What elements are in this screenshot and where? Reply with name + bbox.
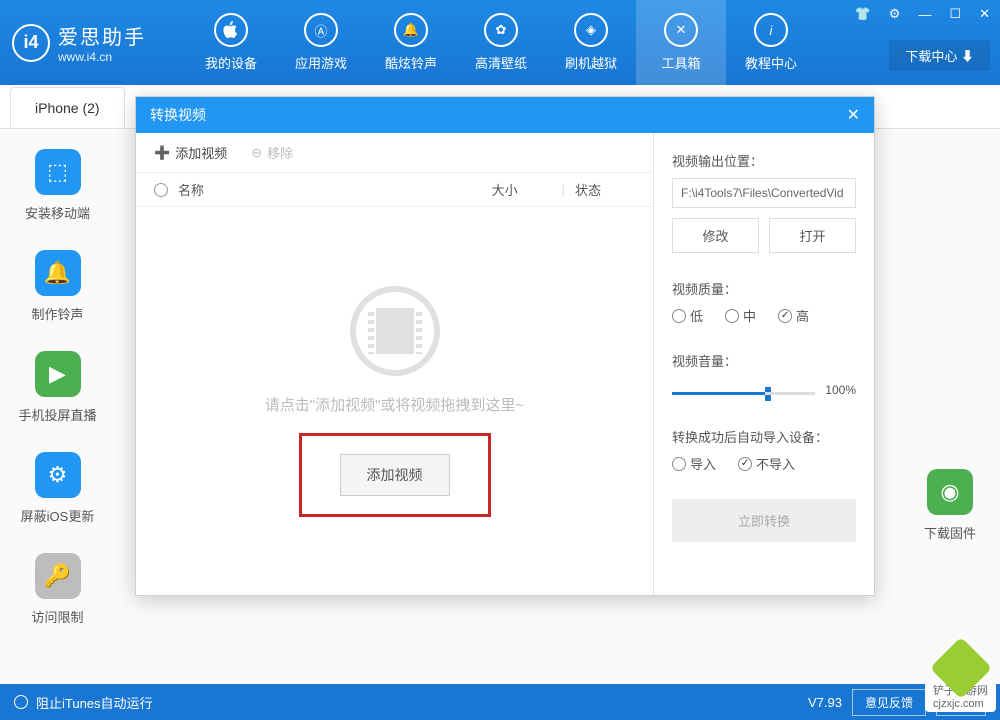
shirt-icon[interactable]: 👕 <box>851 4 875 24</box>
main-nav: 我的设备 Ⓐ应用游戏 🔔酷炫铃声 ✿高清壁纸 ◈刷机越狱 ✕工具箱 i教程中心 <box>186 0 816 85</box>
nav-apps[interactable]: Ⓐ应用游戏 <box>276 0 366 85</box>
wechat-button[interactable]: 微信 <box>936 689 986 716</box>
remove-icon: ⊖ <box>251 145 262 161</box>
import-no-radio[interactable]: 不导入 <box>738 454 795 473</box>
sidebar-block-update[interactable]: ⚙屏蔽iOS更新 <box>0 452 115 525</box>
dropzone-hint: 请点击"添加视频"或将视频拖拽到这里~ <box>265 394 524 415</box>
tab-iphone[interactable]: iPhone (2) <box>10 87 125 128</box>
select-all-checkbox[interactable] <box>154 183 168 197</box>
list-header: 名称 大小 | 状态 <box>136 173 653 207</box>
nav-jailbreak[interactable]: ◈刷机越狱 <box>546 0 636 85</box>
modify-button[interactable]: 修改 <box>672 218 759 253</box>
play-icon: ▶ <box>35 351 81 397</box>
film-icon <box>350 286 440 376</box>
dialog-left-pane: ➕添加视频 ⊖移除 名称 大小 | 状态 请点击"添加视频"或将视频拖拽到这里~… <box>136 133 654 595</box>
sidebar-install-mobile[interactable]: ⬚安装移动端 <box>0 149 115 222</box>
itunes-block-label: 阻止iTunes自动运行 <box>36 693 153 712</box>
plus-icon: ➕ <box>154 145 170 161</box>
apple-icon <box>214 13 248 47</box>
logo: i4 爱思助手 www.i4.cn <box>12 21 146 64</box>
app-title: 爱思助手 <box>58 21 146 50</box>
dialog-header: 转换视频 ✕ <box>136 97 874 133</box>
open-button[interactable]: 打开 <box>769 218 856 253</box>
volume-label: 视频音量： <box>672 351 856 370</box>
app-url: www.i4.cn <box>58 50 146 64</box>
quality-high-radio[interactable]: 高 <box>778 306 809 325</box>
download-center-button[interactable]: 下载中心 ⬇ <box>889 40 990 71</box>
import-yes-radio[interactable]: 导入 <box>672 454 716 473</box>
feedback-button[interactable]: 意见反馈 <box>852 689 926 716</box>
quality-label: 视频质量： <box>672 279 856 298</box>
apps-icon: Ⓐ <box>304 13 338 47</box>
dropzone[interactable]: 请点击"添加视频"或将视频拖拽到这里~ 添加视频 <box>136 207 653 595</box>
nav-ringtones[interactable]: 🔔酷炫铃声 <box>366 0 456 85</box>
highlight-box: 添加视频 <box>299 433 491 517</box>
remove-button[interactable]: ⊖移除 <box>251 143 293 162</box>
sidebar-screen-cast[interactable]: ▶手机投屏直播 <box>0 351 115 424</box>
nav-wallpapers[interactable]: ✿高清壁纸 <box>456 0 546 85</box>
output-location-label: 视频输出位置： <box>672 151 856 170</box>
dialog-right-pane: 视频输出位置： F:\i4Tools7\Files\ConvertedVid 修… <box>654 133 874 595</box>
info-icon: i <box>754 13 788 47</box>
nav-tutorials[interactable]: i教程中心 <box>726 0 816 85</box>
window-controls: 👕 ⚙ — ☐ ✕ <box>851 4 994 24</box>
mobile-icon: ⬚ <box>35 149 81 195</box>
column-size: 大小 <box>492 180 552 199</box>
volume-value: 100% <box>825 383 856 397</box>
close-icon[interactable]: ✕ <box>847 105 860 125</box>
volume-slider[interactable] <box>672 392 815 395</box>
add-video-button[interactable]: ➕添加视频 <box>154 143 227 162</box>
right-sidebar: ◉下载固件 <box>900 469 1000 542</box>
close-icon[interactable]: ✕ <box>975 4 994 24</box>
sidebar-make-ringtone[interactable]: 🔔制作铃声 <box>0 250 115 323</box>
key-icon: 🔑 <box>35 553 81 599</box>
nav-my-device[interactable]: 我的设备 <box>186 0 276 85</box>
column-name: 名称 <box>178 180 482 199</box>
tools-icon: ✕ <box>664 13 698 47</box>
gear-icon: ⚙ <box>35 452 81 498</box>
add-video-main-button[interactable]: 添加视频 <box>340 454 450 496</box>
output-path-field[interactable]: F:\i4Tools7\Files\ConvertedVid <box>672 178 856 208</box>
dialog-toolbar: ➕添加视频 ⊖移除 <box>136 133 653 173</box>
app-header: i4 爱思助手 www.i4.cn 我的设备 Ⓐ应用游戏 🔔酷炫铃声 ✿高清壁纸… <box>0 0 1000 85</box>
sidebar: ⬚安装移动端 🔔制作铃声 ▶手机投屏直播 ⚙屏蔽iOS更新 🔑访问限制 <box>0 129 115 646</box>
sidebar-restrictions[interactable]: 🔑访问限制 <box>0 553 115 626</box>
logo-icon: i4 <box>12 24 50 62</box>
bell-icon: 🔔 <box>35 250 81 296</box>
nav-toolbox[interactable]: ✕工具箱 <box>636 0 726 85</box>
minimize-icon[interactable]: — <box>914 5 935 24</box>
dialog-title: 转换视频 <box>150 105 206 125</box>
maximize-icon[interactable]: ☐ <box>945 4 965 24</box>
box-icon: ◈ <box>574 13 608 47</box>
convert-video-dialog: 转换视频 ✕ ➕添加视频 ⊖移除 名称 大小 | 状态 请点击"添加视频"或将视… <box>135 96 875 596</box>
itunes-toggle[interactable] <box>14 695 28 709</box>
sidebar-download-firmware[interactable]: ◉下载固件 <box>924 469 976 542</box>
quality-low-radio[interactable]: 低 <box>672 306 703 325</box>
status-bar: 阻止iTunes自动运行 V7.93 意见反馈 微信 <box>0 684 1000 720</box>
version-label: V7.93 <box>808 695 842 710</box>
cube-icon: ◉ <box>927 469 973 515</box>
bell-icon: 🔔 <box>394 13 428 47</box>
quality-mid-radio[interactable]: 中 <box>725 306 756 325</box>
column-status: 状态 <box>575 180 635 199</box>
settings-icon[interactable]: ⚙ <box>885 4 905 24</box>
flower-icon: ✿ <box>484 13 518 47</box>
auto-import-label: 转换成功后自动导入设备： <box>672 427 856 446</box>
convert-now-button[interactable]: 立即转换 <box>672 499 856 542</box>
